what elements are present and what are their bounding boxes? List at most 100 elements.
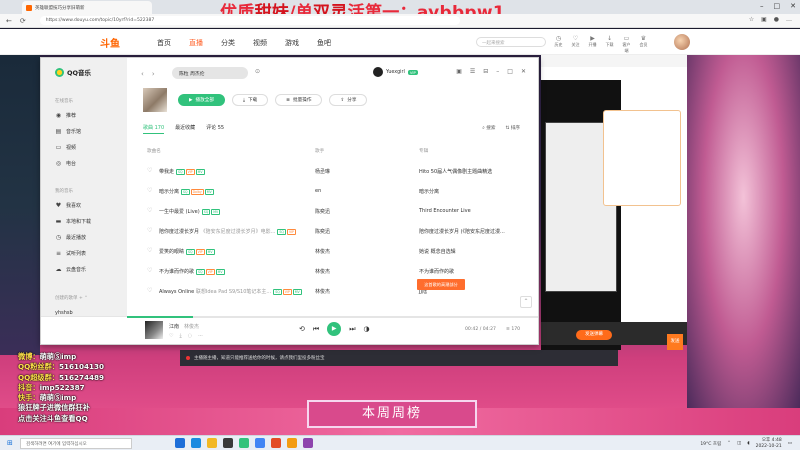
- refresh-icon[interactable]: ⟳: [20, 17, 26, 25]
- more-icon[interactable]: …: [786, 16, 792, 23]
- taskbar-search-input[interactable]: 검색하려면 여기에 입력하십시오: [20, 438, 132, 449]
- maximize-icon[interactable]: □: [774, 2, 781, 10]
- sidebar-item-recent[interactable]: ◷ 最近播放: [55, 234, 86, 241]
- send-button[interactable]: 发送: [667, 334, 683, 350]
- song-album[interactable]: 暗示分离: [419, 188, 439, 195]
- explorer-icon[interactable]: [207, 438, 217, 448]
- douyu-logo[interactable]: 斗鱼: [100, 35, 120, 50]
- sidebar-item-local[interactable]: ▬ 本地和下载: [55, 218, 91, 225]
- queue-count[interactable]: ≡ 170: [506, 327, 520, 332]
- sidebar-item-trial-list[interactable]: ≡ 试听列表: [55, 250, 86, 257]
- app-icon[interactable]: [303, 438, 313, 448]
- app-icon[interactable]: [271, 438, 281, 448]
- download-client-icon[interactable]: ↓ 下载: [604, 35, 615, 54]
- sidebar-item-radio[interactable]: ◎ 电台: [55, 160, 76, 167]
- like-icon[interactable]: ♡: [147, 247, 152, 254]
- nav-category[interactable]: 分类: [221, 38, 235, 48]
- qq-user-avatar[interactable]: [373, 67, 383, 77]
- send-danmu-button[interactable]: 发送弹幕: [576, 330, 612, 340]
- maximize-icon[interactable]: □: [507, 68, 513, 75]
- now-playing-cover[interactable]: [145, 321, 163, 339]
- table-row[interactable]: ♡ 一生中最爱 (Live) SQ MV 陈奕迅 Third Encounter L…: [143, 202, 523, 222]
- like-icon[interactable]: ♡: [147, 267, 152, 274]
- table-row[interactable]: ♡ Always Online 联想Idea Pad S9/S10笔记本主...…: [143, 282, 523, 302]
- broadcast-icon[interactable]: ▶ 开播: [587, 35, 598, 54]
- clock[interactable]: 오후 4:48 2022-10-21: [756, 438, 782, 449]
- sidebar-item-recommend[interactable]: ◉ 推荐: [55, 112, 76, 119]
- star-icon[interactable]: ☆: [749, 16, 754, 23]
- skin-icon[interactable]: ▣: [456, 68, 462, 75]
- notification-icon[interactable]: ▭: [788, 441, 792, 446]
- task-view-icon[interactable]: [175, 438, 185, 448]
- table-row[interactable]: ♡ 带我走 SQ VIP MV 杨丞琳 Hito 50届人气偶像剧主题曲精选: [143, 162, 523, 182]
- qq-search-input[interactable]: 陈粒 周杰伦: [172, 67, 248, 79]
- comment-icon[interactable]: ◌: [188, 333, 192, 339]
- back-arrow-icon[interactable]: ‹: [141, 70, 144, 78]
- weather-label[interactable]: 19°C 흐림: [700, 441, 721, 447]
- tray-arrow-icon[interactable]: ⌃: [727, 441, 731, 446]
- song-artist[interactable]: 林俊杰: [315, 248, 330, 255]
- profile-icon[interactable]: ●: [774, 16, 779, 23]
- song-album[interactable]: 陪你度过漫长岁月 (《陪安东尼度过漫...: [419, 228, 505, 235]
- sidebar-item-cloud[interactable]: ☁ 云盘音乐: [55, 266, 87, 273]
- network-icon[interactable]: ◫: [737, 441, 741, 446]
- loop-icon[interactable]: ⟲: [299, 325, 305, 333]
- song-album[interactable]: Third Encounter Live: [419, 208, 471, 214]
- settings-icon[interactable]: ☰: [470, 68, 475, 75]
- sort-button[interactable]: ⇅ 排序: [505, 125, 520, 131]
- like-icon[interactable]: ♡: [147, 287, 152, 294]
- collections-icon[interactable]: ▣: [761, 16, 767, 23]
- download-button[interactable]: ⤓ 下载: [231, 94, 269, 106]
- tab-comments[interactable]: 评论 55: [206, 124, 224, 134]
- tab-songs[interactable]: 歌曲 170: [143, 124, 165, 134]
- table-row[interactable]: ♡ 暗示分离 SQ Dolby MV en 暗示分离: [143, 182, 523, 202]
- like-icon[interactable]: ♡: [147, 207, 152, 214]
- close-icon[interactable]: ✕: [790, 2, 796, 10]
- user-avatar[interactable]: [674, 34, 690, 50]
- close-icon[interactable]: ✕: [521, 68, 526, 75]
- nav-game[interactable]: 游戏: [285, 38, 299, 48]
- table-row[interactable]: ♡ 爱笑的眼睛 SQ VIP MV 林俊杰 她说 概念自选辑: [143, 242, 523, 262]
- nav-fishbar[interactable]: 鱼吧: [317, 38, 331, 48]
- song-artist[interactable]: 陈奕迅: [315, 228, 330, 235]
- edge-icon[interactable]: [191, 438, 201, 448]
- like-icon[interactable]: ♡: [147, 167, 152, 174]
- song-artist[interactable]: 陈奕迅: [315, 208, 330, 215]
- play-all-button[interactable]: ▶ 播放全部: [178, 94, 225, 106]
- play-pause-button[interactable]: ▶: [327, 322, 342, 336]
- previous-icon[interactable]: ⏮: [313, 325, 319, 334]
- douyu-search-input[interactable]: 一起来搜索: [476, 37, 546, 47]
- minimize-icon[interactable]: –: [496, 68, 499, 75]
- song-artist[interactable]: 林俊杰: [315, 268, 330, 275]
- sidebar-item-video[interactable]: ▭ 视频: [55, 144, 76, 151]
- qq-user[interactable]: Yuexgirl VIP: [373, 67, 418, 77]
- forward-arrow-icon[interactable]: ›: [152, 70, 155, 78]
- batch-button[interactable]: ≣ 批量操作: [275, 94, 323, 106]
- chrome-icon[interactable]: [255, 438, 265, 448]
- windows-start-icon[interactable]: ⊞: [7, 439, 13, 447]
- song-artist[interactable]: 林俊杰: [315, 288, 330, 295]
- table-row[interactable]: ♡ 不为谁而作的歌 SQ VIP MV 林俊杰 不为谁而作的歌: [143, 262, 523, 282]
- like-icon[interactable]: ♡: [147, 187, 152, 194]
- tab-recent-favorites[interactable]: 最近收藏: [175, 124, 195, 134]
- song-album[interactable]: 不为谁而作的歌: [419, 268, 454, 275]
- add-playlist-icon[interactable]: + ⌃: [79, 296, 88, 301]
- volume-icon[interactable]: ◑: [364, 325, 370, 333]
- qq-music-taskbar-icon[interactable]: [239, 438, 249, 448]
- scroll-to-top-icon[interactable]: ⌃: [520, 296, 532, 308]
- song-artist[interactable]: en: [315, 188, 321, 194]
- nav-video[interactable]: 视频: [253, 38, 267, 48]
- store-icon[interactable]: [223, 438, 233, 448]
- download-icon[interactable]: ⤓: [179, 333, 181, 339]
- playback-progress[interactable]: [127, 316, 538, 318]
- song-album[interactable]: 她说 概念自选辑: [419, 248, 456, 255]
- back-icon[interactable]: ←: [6, 17, 12, 25]
- sidebar-item-music-hall[interactable]: ▤ 音乐馆: [55, 128, 81, 135]
- song-artist[interactable]: 杨丞琳: [315, 168, 330, 175]
- like-icon[interactable]: ♡: [147, 227, 152, 234]
- app-icon[interactable]: [287, 438, 297, 448]
- vip-icon[interactable]: ♛ 会员: [638, 35, 649, 54]
- next-icon[interactable]: ⏭: [349, 325, 355, 334]
- table-row[interactable]: ♡ 陪你度过漫长岁月 《陪安东尼度过漫长岁月》电影... SQ VIP 陈奕迅 陪你…: [143, 222, 523, 242]
- history-icon[interactable]: ◷ 历史: [553, 35, 564, 54]
